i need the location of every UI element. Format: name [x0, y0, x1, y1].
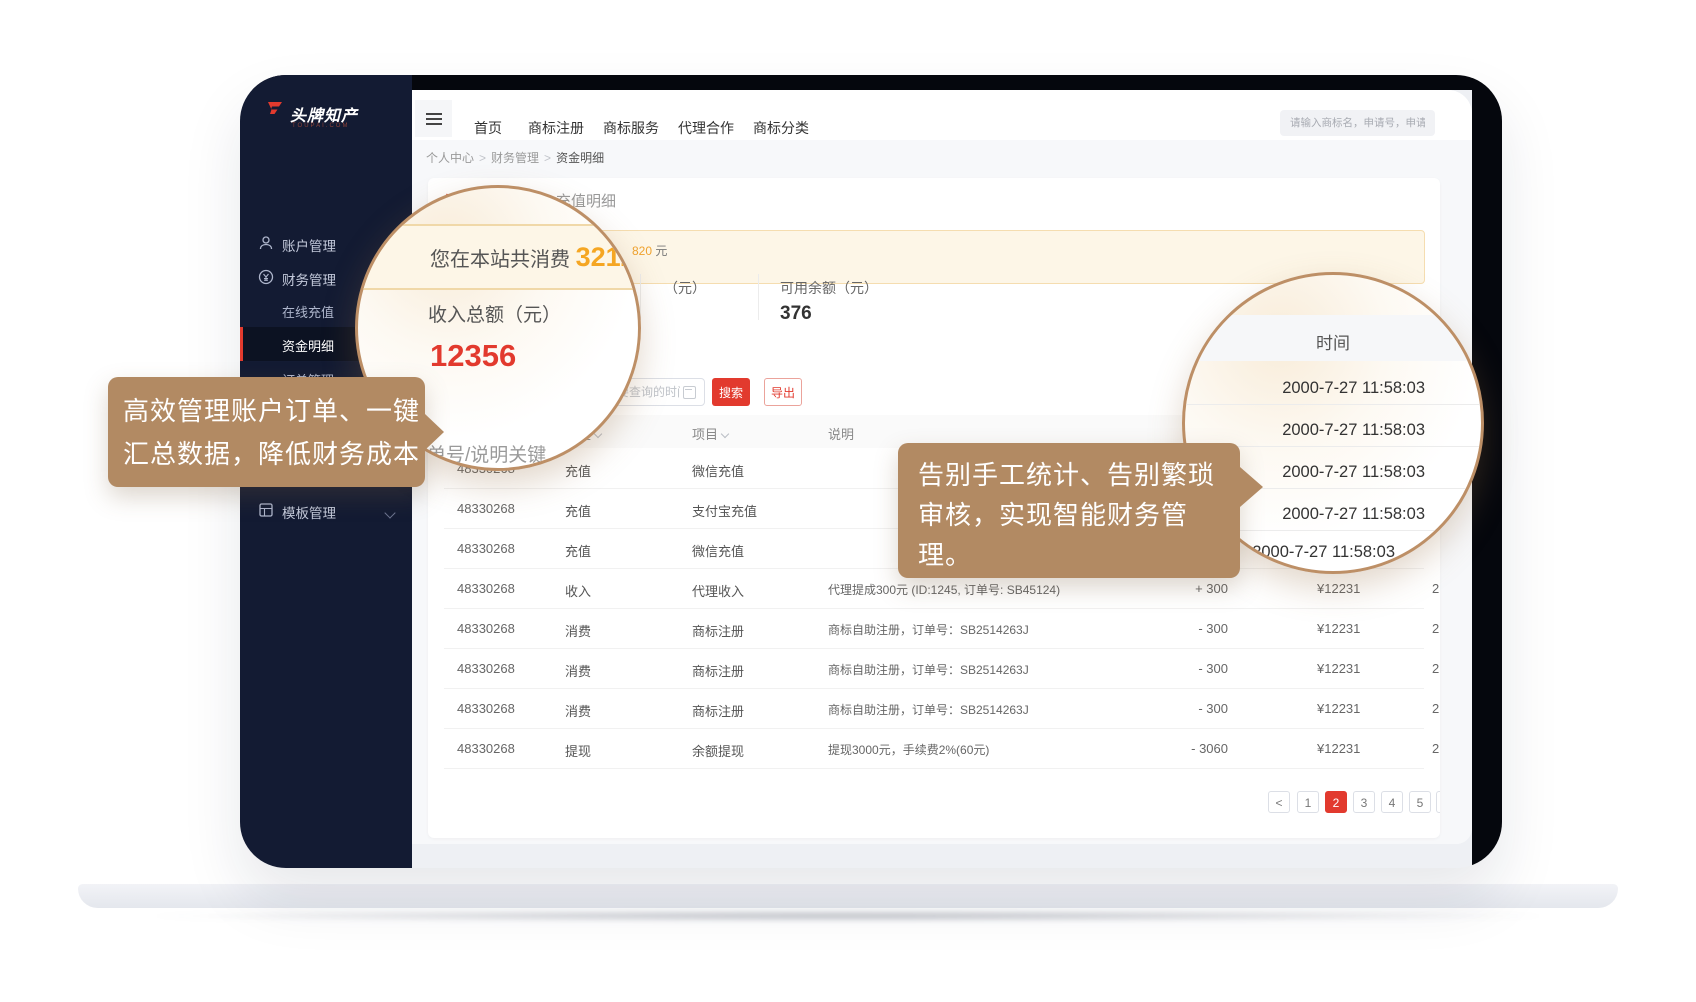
sidebar-item-label: 财务管理	[282, 269, 336, 289]
magnified-time-cell: 2000-7-27 11:58:03	[1255, 463, 1425, 482]
row-divider	[1185, 404, 1481, 405]
sidebar-item-label: 模板管理	[282, 502, 336, 522]
trademark-search-input[interactable]	[1280, 110, 1435, 136]
balance-label: 可用余额（元）	[780, 278, 878, 298]
magnified-time-cell-partial: 2000-7-27 11:58:03	[1225, 543, 1395, 562]
top-navbar: 首页 商标注册 商标服务 代理合作 商标分类	[412, 90, 1472, 141]
magnified-time-cell: 2000-7-27 11:58:03	[1255, 379, 1425, 398]
pager-next-button[interactable]: >	[1436, 791, 1440, 813]
table-row[interactable]: 48330268 消费 商标注册 商标自助注册，订单号：SB2514263J -…	[444, 688, 1424, 729]
sidebar-item-templates[interactable]: 模板管理	[240, 493, 412, 527]
pager-page-5[interactable]: 5	[1409, 791, 1431, 813]
logo-subtitle: TOUPAI.COM	[292, 123, 349, 129]
magnified-income-label: 收入总额（元）	[428, 300, 561, 327]
pager-page-2-active[interactable]: 2	[1325, 791, 1347, 813]
sidebar-item-label: 账户管理	[282, 235, 336, 255]
pager-page-3[interactable]: 3	[1353, 791, 1375, 813]
active-indicator	[240, 327, 243, 361]
tab-classification[interactable]: 商标分类	[753, 118, 809, 138]
finance-icon	[258, 269, 274, 285]
laptop-base	[78, 884, 1618, 908]
tab-home[interactable]: 首页	[474, 118, 502, 138]
laptop-base-shadow	[150, 911, 1546, 921]
hamburger-icon	[426, 113, 442, 128]
export-button[interactable]: 导出	[764, 378, 802, 406]
template-icon	[258, 502, 274, 518]
pager-prev-button[interactable]: <	[1268, 791, 1290, 813]
search-button[interactable]: 搜索	[712, 378, 750, 406]
tab-trademark-svc[interactable]: 商标服务	[603, 118, 659, 138]
menu-toggle[interactable]	[415, 100, 452, 137]
calendar-icon	[683, 386, 696, 399]
breadcrumb-strip: 个人中心>财务管理>资金明细	[412, 140, 1472, 171]
magnified-time-header: 时间	[1185, 329, 1481, 354]
callout-right: 告别手工统计、告别繁琐 审核，实现智能财务管 理。	[898, 443, 1240, 578]
magnified-income-value: 12356	[430, 338, 516, 374]
table-row[interactable]: 48330268 提现 余额提现 提现3000元，手续费2%(60元) - 30…	[444, 728, 1424, 769]
screenshot-stage: 头牌知产 TOUPAI.COM 账户管理 财务管理	[0, 0, 1696, 1002]
tab-agent-coop[interactable]: 代理合作	[678, 118, 734, 138]
user-icon	[258, 235, 274, 251]
magnified-time-cell: 2000-7-27 11:58:03	[1255, 505, 1425, 524]
magnified-banner-text: 您在本站共消费 32124	[430, 242, 641, 273]
tab-trademark-reg[interactable]: 商标注册	[528, 118, 584, 138]
header-description: 说明	[828, 424, 854, 443]
pager-page-4[interactable]: 4	[1381, 791, 1403, 813]
header-project[interactable]: 项目	[692, 424, 728, 443]
logo-icon	[266, 101, 284, 121]
callout-left-arrow	[425, 414, 444, 450]
breadcrumb: 个人中心>财务管理>资金明细	[426, 149, 604, 166]
chevron-down-icon	[386, 505, 394, 520]
logo: 头牌知产 TOUPAI.COM	[266, 101, 284, 126]
pager-page-1[interactable]: 1	[1297, 791, 1319, 813]
bezel-right	[1472, 75, 1502, 868]
magnified-time-cell: 2000-7-27 11:58:03	[1255, 421, 1425, 440]
balance-value: 376	[780, 303, 812, 325]
stat-divider	[758, 274, 759, 320]
bezel-top	[240, 75, 1502, 90]
callout-right-arrow	[1240, 467, 1263, 507]
middle-stat-label: （元）	[664, 278, 706, 298]
table-row[interactable]: 48330268 消费 商标注册 商标自助注册，订单号：SB2514263J -…	[444, 608, 1424, 649]
callout-left: 高效管理账户订单、一键 汇总数据，降低财务成本	[108, 377, 425, 487]
table-row[interactable]: 48330268 消费 商标注册 商标自助注册，订单号：SB2514263J -…	[444, 648, 1424, 689]
sort-caret-icon	[721, 430, 729, 438]
